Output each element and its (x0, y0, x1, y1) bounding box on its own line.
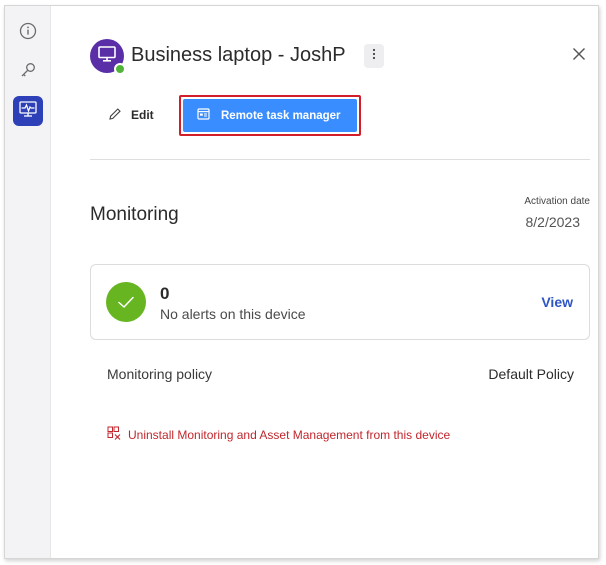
device-panel: Business laptop - JoshP Edit Remote task… (51, 6, 598, 558)
kebab-icon (372, 47, 376, 65)
device-avatar (90, 39, 126, 75)
uninstall-label: Uninstall Monitoring and Asset Managemen… (128, 427, 451, 442)
online-status-dot (114, 63, 126, 75)
monitoring-policy-value: Default Policy (488, 366, 574, 382)
desktop-icon (97, 45, 117, 68)
pencil-icon (108, 107, 122, 124)
info-icon (19, 22, 37, 45)
alerts-card: 0 No alerts on this device View (90, 264, 590, 340)
monitoring-title: Monitoring (90, 204, 179, 225)
view-alerts-link[interactable]: View (541, 294, 573, 310)
device-title: Business laptop - JoshP (131, 44, 346, 66)
edit-label: Edit (131, 108, 154, 122)
monitoring-policy-label: Monitoring policy (107, 366, 213, 382)
remote-task-manager-highlight: Remote task manager (179, 95, 361, 136)
alert-count: 0 (160, 284, 170, 303)
header-divider (90, 159, 590, 160)
rail-monitoring-button[interactable] (13, 96, 43, 126)
side-rail (5, 6, 51, 558)
device-details-window: Business laptop - JoshP Edit Remote task… (4, 5, 599, 559)
edit-button[interactable]: Edit (108, 105, 154, 125)
check-icon (106, 282, 146, 322)
uninstall-icon (107, 426, 121, 443)
activation-date-label: Activation date (524, 196, 590, 207)
remote-task-manager-label: Remote task manager (221, 109, 341, 122)
close-button[interactable] (569, 46, 589, 66)
close-icon (572, 47, 586, 66)
task-manager-icon (197, 108, 210, 123)
uninstall-monitoring-link[interactable]: Uninstall Monitoring and Asset Managemen… (107, 426, 450, 443)
rail-info-button[interactable] (13, 18, 43, 48)
rail-credentials-button[interactable] (13, 57, 43, 87)
key-icon (19, 61, 37, 84)
remote-task-manager-button[interactable]: Remote task manager (183, 99, 357, 132)
monitor-pulse-icon (18, 100, 38, 123)
alert-message: No alerts on this device (160, 306, 306, 322)
device-menu-button[interactable] (364, 44, 384, 68)
activation-date-value: 8/2/2023 (525, 214, 581, 230)
